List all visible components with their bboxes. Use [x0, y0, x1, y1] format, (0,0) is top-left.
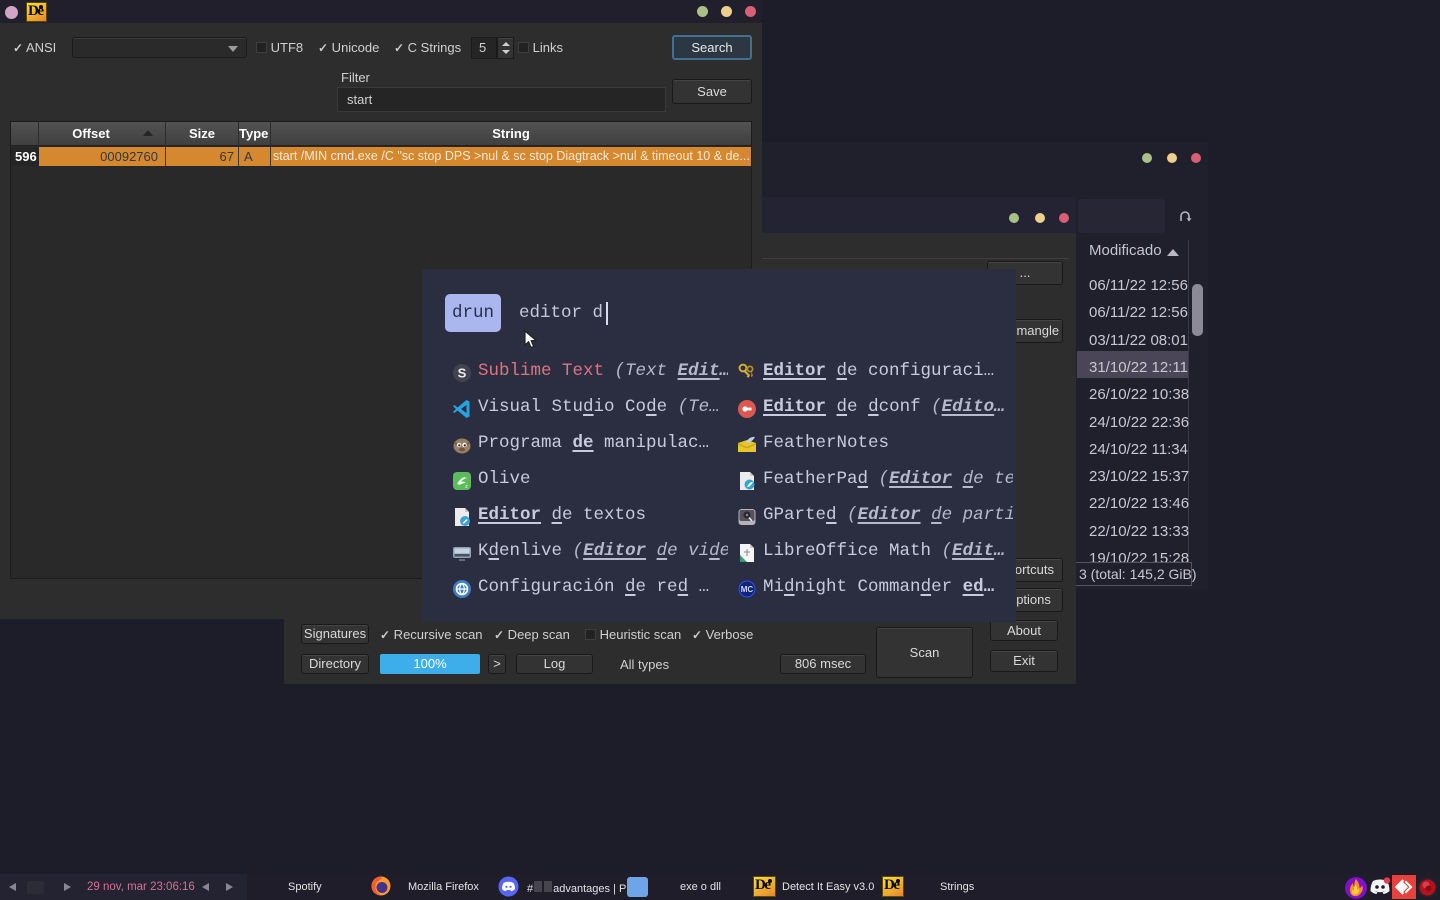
svg-text:z: z [465, 484, 468, 490]
svg-text:S: S [458, 366, 467, 381]
svg-text:MC: MC [741, 585, 754, 594]
